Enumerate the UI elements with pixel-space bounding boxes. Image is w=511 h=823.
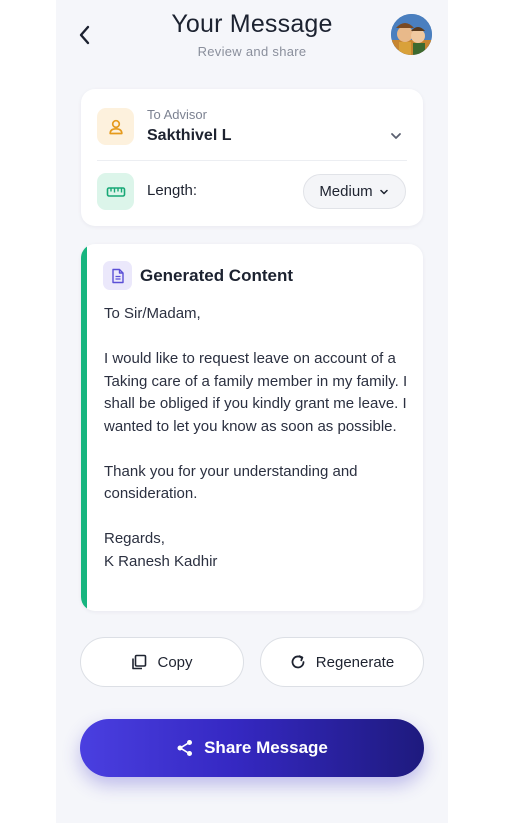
copy-label: Copy xyxy=(157,653,193,671)
share-icon xyxy=(177,740,193,756)
copy-icon xyxy=(132,654,147,670)
back-button[interactable] xyxy=(74,22,96,48)
length-select[interactable]: Medium xyxy=(303,174,406,209)
advisor-dropdown-toggle[interactable] xyxy=(387,127,405,145)
message-paragraph: Thank you for your understanding and con… xyxy=(104,462,358,503)
chevron-left-icon xyxy=(79,25,90,45)
message-paragraph: To Sir/Madam, xyxy=(104,305,201,322)
chevron-down-icon xyxy=(379,189,388,194)
message-body: To Sir/Madam, I would like to request le… xyxy=(104,303,410,573)
message-paragraph: I would like to request leave on account… xyxy=(104,350,408,435)
page-subtitle: Review and share xyxy=(197,44,307,59)
advisor-name[interactable]: Sakthivel L xyxy=(147,127,231,145)
advisor-icon-tile xyxy=(97,108,134,145)
message-signature: K Ranesh Kadhir xyxy=(104,552,218,570)
length-value: Medium xyxy=(319,183,373,200)
document-icon xyxy=(111,268,124,283)
chevron-down-icon xyxy=(391,133,401,139)
length-icon-tile xyxy=(97,173,134,210)
ruler-icon xyxy=(106,186,125,197)
accent-bar xyxy=(81,244,87,611)
advisor-label: To Advisor xyxy=(147,107,207,122)
person-icon xyxy=(108,119,123,134)
regenerate-label: Regenerate xyxy=(315,653,395,671)
advisor-card: To Advisor Sakthivel L Length: Medium xyxy=(81,89,423,226)
content-title: Generated Content xyxy=(140,266,294,285)
length-label: Length: xyxy=(147,182,198,199)
avatar[interactable] xyxy=(391,14,432,55)
page-title: Your Message xyxy=(171,10,333,38)
refresh-icon xyxy=(291,655,305,669)
generated-content-card: Generated Content To Sir/Madam, I would … xyxy=(81,244,423,611)
message-closing: Regards, xyxy=(104,530,165,547)
divider xyxy=(97,160,407,161)
share-label: Share Message xyxy=(204,738,328,757)
share-message-button[interactable]: Share Message xyxy=(80,719,424,777)
document-icon-tile xyxy=(103,261,132,290)
copy-button[interactable]: Copy xyxy=(80,637,244,687)
regenerate-button[interactable]: Regenerate xyxy=(260,637,424,687)
avatar-image xyxy=(391,14,432,55)
